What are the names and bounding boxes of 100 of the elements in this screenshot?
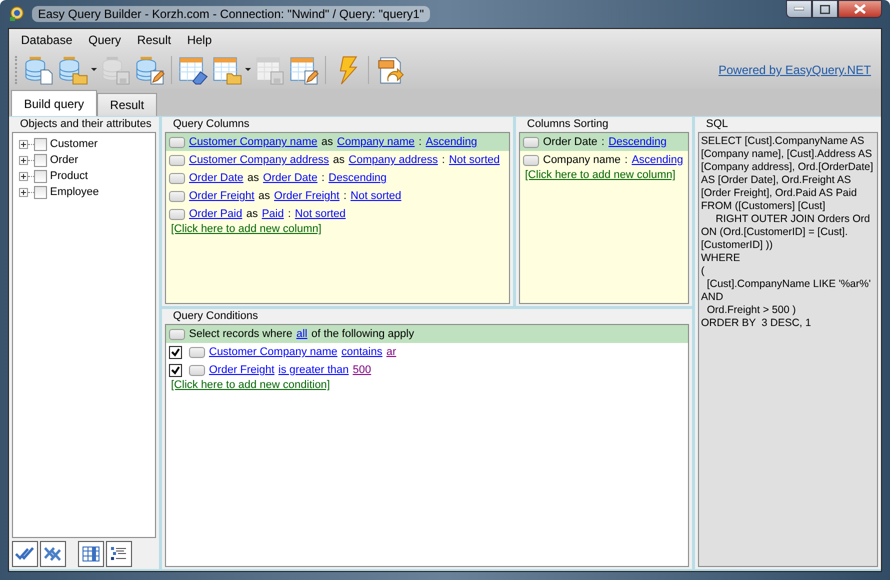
- checkbox[interactable]: [169, 364, 182, 376]
- checkbox[interactable]: [34, 154, 47, 166]
- alias-link[interactable]: Order Date: [263, 172, 318, 184]
- expand-icon[interactable]: [19, 188, 28, 196]
- check-all-button[interactable]: [12, 541, 38, 567]
- sorting-row[interactable]: Company name : Ascending: [520, 151, 688, 169]
- colon-label: :: [624, 154, 628, 166]
- row-handle-button[interactable]: [189, 346, 205, 358]
- column-row[interactable]: Customer Company name as Company name : Ascending: [166, 133, 509, 151]
- tab[interactable]: Build query: [11, 90, 98, 116]
- add-column-link[interactable]: [Click here to add new column]: [520, 167, 680, 183]
- powered-by-link[interactable]: Powered by EasyQuery.NET: [718, 63, 871, 77]
- value-link[interactable]: ar: [386, 346, 396, 358]
- sorting-link[interactable]: Not sorted: [294, 208, 346, 220]
- alias-link[interactable]: Order Freight: [274, 190, 340, 202]
- columns-view-button[interactable]: [78, 541, 104, 567]
- colon-label: :: [442, 154, 445, 166]
- field-link[interactable]: Customer Company name: [209, 346, 338, 358]
- as-label: as: [333, 154, 345, 166]
- caret-icon[interactable]: [245, 68, 251, 72]
- row-handle-button[interactable]: [169, 154, 185, 166]
- sql-text: SELECT [Cust].CompanyName AS [Company name], [Cust].Address AS [Company address], Ord.[OrderDate] AS [Order Date], Ord.Freight AS [Order Freight], Ord.Paid AS Paid FROM ([Customers] [Cust] RIGHT OUTER JOIN Orders Ord ON (Ord.[CustomerID] = [Cust]. [CustomerID] )) WHERE ( [Cust].CompanyName LIKE '%ar%' AND Ord.Freight > 500 ) ORDER BY 3 DESC, 1: [701, 135, 874, 330]
- window-title: Easy Query Builder - Korzh.com - Connection: "Nwind" / Query: "query1": [32, 6, 430, 22]
- field-link[interactable]: Order Freight: [189, 190, 254, 202]
- app-logo-icon: [8, 5, 26, 23]
- add-column-link[interactable]: [Click here to add new column]: [166, 221, 326, 237]
- expand-icon[interactable]: [19, 172, 28, 180]
- as-label: as: [246, 208, 258, 220]
- panel-title: Query Conditions: [172, 309, 259, 324]
- caret-icon[interactable]: [91, 68, 97, 72]
- table-icon: [82, 546, 100, 562]
- operator-link[interactable]: is greater than: [278, 364, 349, 376]
- sorting-link[interactable]: Ascending: [426, 136, 478, 148]
- order-link[interactable]: Descending: [608, 136, 667, 148]
- colon-label: :: [418, 136, 422, 148]
- checkbox[interactable]: [169, 346, 182, 358]
- maximize-icon: [820, 4, 830, 14]
- panel-title: Objects and their attributes: [19, 117, 152, 132]
- panel-title: Columns Sorting: [526, 117, 610, 132]
- condition-suffix: of the following apply: [311, 328, 414, 340]
- sorting-link[interactable]: Not sorted: [350, 190, 402, 202]
- checkbox[interactable]: [34, 186, 47, 198]
- column-row[interactable]: Order Date as Order Date : Descending: [166, 169, 509, 187]
- order-link[interactable]: Ascending: [632, 154, 684, 166]
- row-handle-button[interactable]: [169, 172, 185, 184]
- minimize-icon: [794, 7, 804, 11]
- colon-label: :: [343, 190, 347, 202]
- row-handle-button[interactable]: [189, 364, 205, 376]
- menu-item[interactable]: Help: [179, 31, 220, 49]
- tree-item[interactable]: Order: [50, 154, 78, 166]
- menu-item[interactable]: Result: [129, 31, 180, 49]
- as-label: as: [258, 190, 270, 202]
- tree-item[interactable]: Customer: [50, 138, 98, 150]
- alias-link[interactable]: Company name: [337, 136, 415, 148]
- menu-item[interactable]: Query: [80, 31, 130, 49]
- checkbox[interactable]: [34, 138, 47, 150]
- row-handle-button[interactable]: [523, 136, 539, 148]
- field-label: Order Date: [543, 136, 598, 148]
- sorting-row[interactable]: Order Date : Descending: [520, 133, 688, 151]
- colon-label: :: [321, 172, 325, 184]
- field-link[interactable]: Order Paid: [189, 208, 242, 220]
- maximize-button[interactable]: [812, 0, 838, 18]
- double-cross-icon: [43, 546, 63, 562]
- tree-item[interactable]: Employee: [50, 186, 99, 198]
- list-view-button[interactable]: [106, 541, 132, 567]
- condition-prefix: Select records where: [189, 328, 292, 340]
- column-row[interactable]: Order Freight as Order Freight : Not sorted: [166, 187, 509, 205]
- add-condition-link[interactable]: [Click here to add new condition]: [166, 377, 335, 393]
- field-link[interactable]: Customer Company address: [189, 154, 330, 166]
- row-handle-button[interactable]: [169, 328, 185, 340]
- match-link[interactable]: all: [296, 328, 308, 340]
- menu-item[interactable]: Database: [13, 31, 80, 49]
- panel-title: Query Columns: [172, 117, 250, 132]
- column-row[interactable]: Customer Company address as Company address : Not sorted: [166, 151, 509, 169]
- row-handle-button[interactable]: [169, 190, 185, 202]
- field-link[interactable]: Order Date: [189, 172, 244, 184]
- alias-link[interactable]: Paid: [262, 208, 284, 220]
- field-link[interactable]: Customer Company name: [189, 136, 318, 148]
- operator-link[interactable]: contains: [341, 346, 382, 358]
- minimize-button[interactable]: [786, 0, 812, 18]
- colon-label: :: [288, 208, 291, 220]
- column-row[interactable]: Order Paid as Paid : Not sorted: [166, 205, 509, 223]
- uncheck-all-button[interactable]: [40, 541, 66, 567]
- field-link[interactable]: Order Freight: [209, 364, 274, 376]
- as-label: as: [247, 172, 260, 184]
- checkbox[interactable]: [34, 170, 47, 182]
- expand-icon[interactable]: [19, 140, 28, 148]
- alias-link[interactable]: Company address: [348, 154, 438, 166]
- sorting-link[interactable]: Not sorted: [448, 154, 500, 166]
- tree-item[interactable]: Product: [50, 170, 88, 182]
- row-handle-button[interactable]: [169, 136, 185, 148]
- close-icon: [854, 4, 866, 14]
- tab[interactable]: Result: [97, 93, 158, 116]
- value-link[interactable]: 500: [352, 364, 372, 376]
- close-button[interactable]: [838, 0, 882, 18]
- row-handle-button[interactable]: [523, 154, 539, 166]
- as-label: as: [321, 136, 334, 148]
- row-handle-button[interactable]: [169, 208, 185, 220]
- sorting-link[interactable]: Descending: [328, 172, 387, 184]
- expand-icon[interactable]: [19, 156, 28, 164]
